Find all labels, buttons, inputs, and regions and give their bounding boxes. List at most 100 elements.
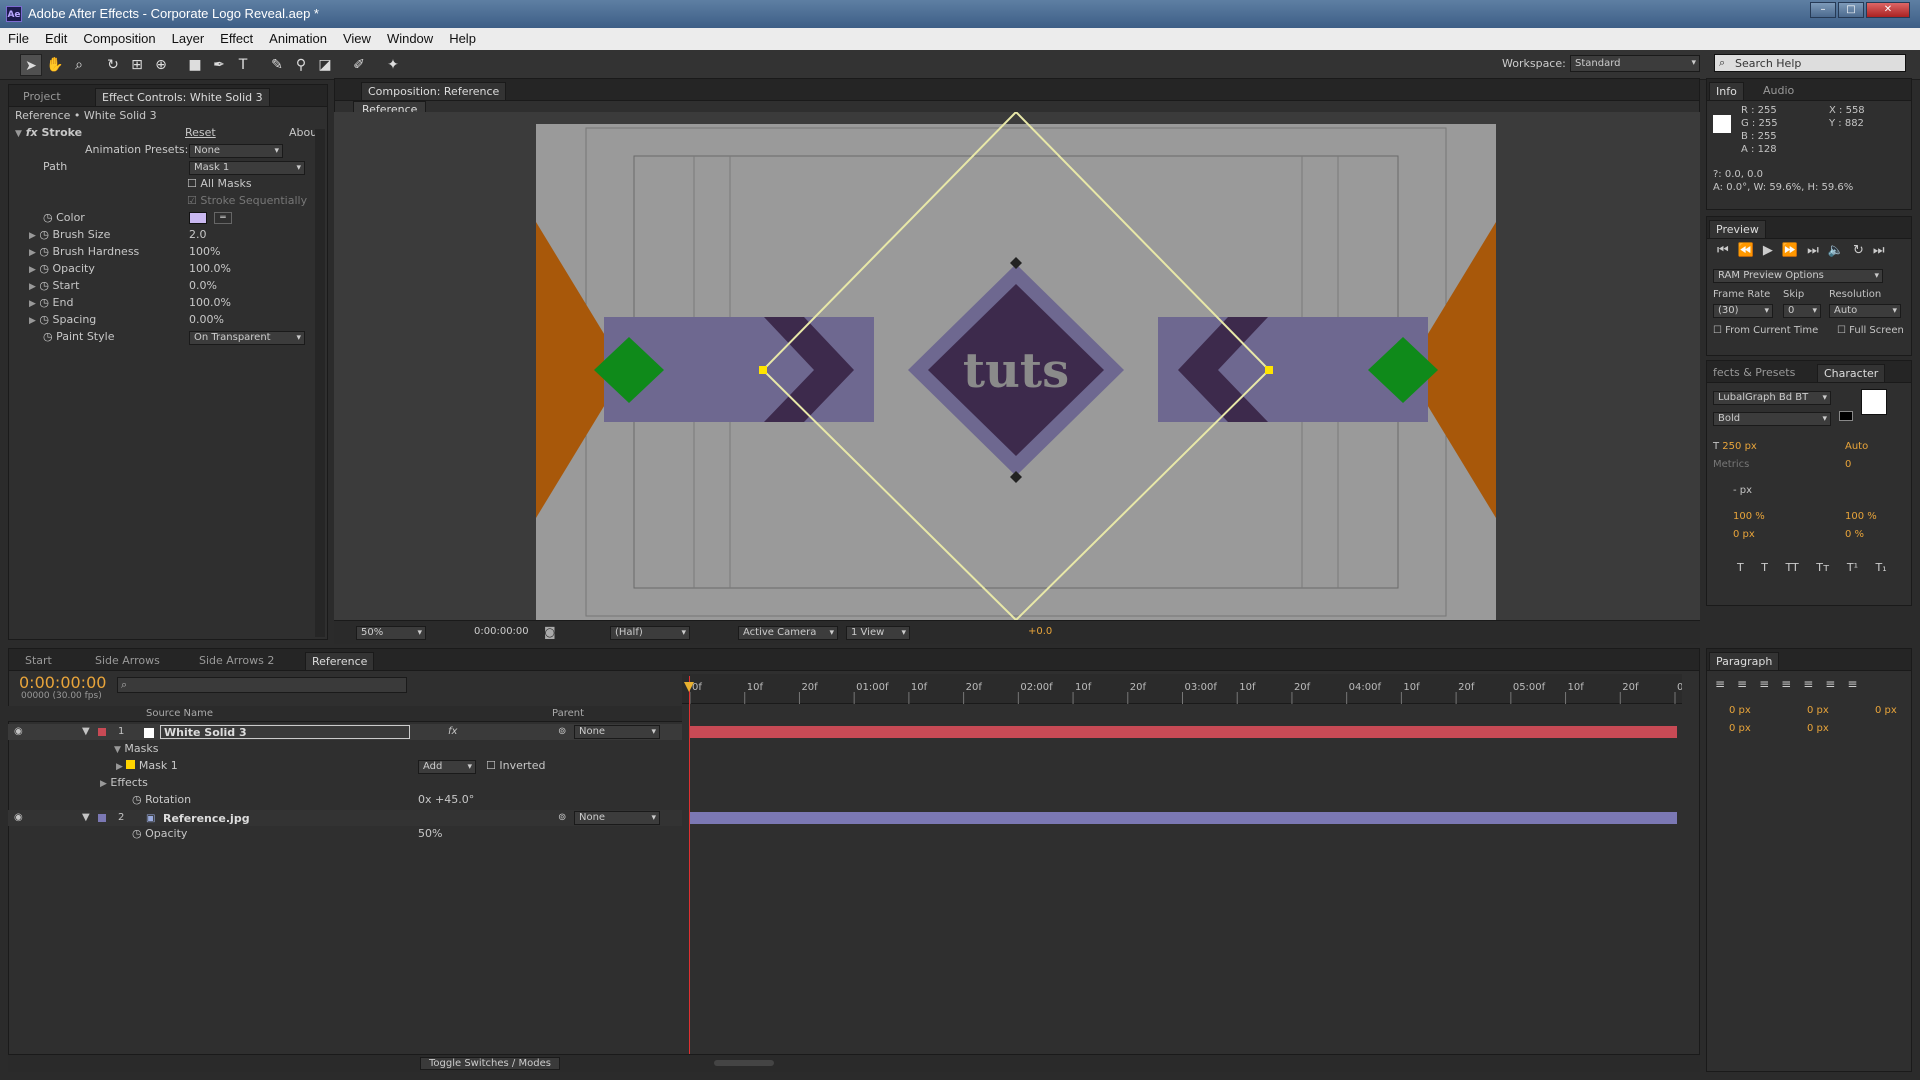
spacing-value[interactable]: 0.00%	[189, 313, 224, 330]
space-before-value[interactable]: 0 px	[1729, 723, 1751, 734]
tab-character[interactable]: Character	[1817, 364, 1886, 382]
stroke-sequentially-checkbox[interactable]: ☑ Stroke Sequentially	[187, 194, 307, 211]
from-current-time-checkbox[interactable]: ☐ From Current Time	[1713, 325, 1818, 336]
time-ruler[interactable]: 0f 10f 20f 01:00f 10f 20f 02:00f 10f 20f 03:00f 10…	[682, 674, 1699, 704]
tab-reference[interactable]: Reference	[305, 652, 375, 670]
tracking-value[interactable]: 0	[1845, 459, 1851, 470]
preview-transport-controls[interactable]: ⏮⏪▶⏩⏭🔈↻⏭	[1717, 243, 1894, 258]
minimize-button[interactable]: –	[1810, 2, 1836, 18]
fx-switch[interactable]: fx	[448, 726, 457, 737]
font-size-row[interactable]: T 250 px	[1713, 441, 1757, 452]
menu-edit[interactable]: Edit	[37, 28, 75, 49]
tab-paragraph[interactable]: Paragraph	[1709, 652, 1780, 670]
full-screen-checkbox[interactable]: ☐ Full Screen	[1837, 325, 1904, 336]
resolution-dropdown[interactable]: Auto	[1829, 304, 1901, 318]
layer-row-2[interactable]: ◉ ▼ 2 ▣ Reference.jpg ⊚ None	[8, 810, 682, 826]
about-link[interactable]: Abou	[289, 126, 317, 143]
start-value[interactable]: 0.0%	[189, 279, 217, 296]
tab-effects-presets[interactable]: fects & Presets	[1707, 364, 1801, 382]
indent-left-value[interactable]: 0 px	[1729, 705, 1751, 716]
black-swatch[interactable]	[1839, 411, 1853, 421]
current-time-display[interactable]: 0:00:00:00	[474, 626, 529, 637]
expand-triangle[interactable]: ▼	[82, 726, 90, 737]
expand-triangle[interactable]: ▼	[82, 812, 90, 823]
exposure-value[interactable]: +0.0	[1028, 626, 1052, 637]
menu-composition[interactable]: Composition	[75, 28, 163, 49]
opacity-value[interactable]: 100.0%	[189, 262, 231, 279]
hand-tool-icon[interactable]: ✋	[44, 54, 66, 76]
tab-side-arrows-2[interactable]: Side Arrows 2	[193, 652, 280, 670]
eraser-tool-icon[interactable]: ◪	[314, 54, 336, 76]
menu-effect[interactable]: Effect	[212, 28, 261, 49]
toggle-switches-modes-button[interactable]: Toggle Switches / Modes	[420, 1057, 560, 1070]
mask-1-row[interactable]: ▶ Mask 1	[116, 759, 178, 776]
font-family-dropdown[interactable]: LubalGraph Bd BT	[1713, 391, 1831, 405]
eyedropper-icon[interactable]: ═	[214, 212, 232, 224]
mask-vertex-handle[interactable]	[1265, 366, 1273, 374]
text-style-buttons[interactable]: T T TT Tт T¹ T₁	[1737, 561, 1887, 574]
zoom-tool-icon[interactable]: ⌕	[68, 54, 90, 76]
layer-row-1[interactable]: ◉ ▼ 1 White Solid 3 fx ⊚ None	[8, 724, 682, 740]
paint-style-dropdown[interactable]: On Transparent	[189, 331, 305, 345]
leading-value[interactable]: Auto	[1845, 441, 1868, 452]
parent-header[interactable]: Parent	[552, 708, 584, 719]
selection-tool-icon[interactable]: ➤	[20, 54, 42, 76]
effect-controls-scrollbar[interactable]	[315, 129, 325, 637]
inverted-checkbox[interactable]: ☐ Inverted	[486, 759, 545, 776]
eye-icon[interactable]: ◉	[14, 812, 23, 823]
tsume-value[interactable]: 0 %	[1845, 529, 1864, 540]
vertical-scale-value[interactable]: 100 %	[1733, 511, 1765, 522]
stroke-effect-header[interactable]: ▼ fx Stroke	[15, 126, 82, 143]
view-layout-dropdown[interactable]: 1 View	[846, 626, 910, 640]
paragraph-align-buttons[interactable]: ≡≡≡≡≡≡≡	[1715, 677, 1869, 691]
composition-viewer[interactable]: tuts	[334, 110, 1700, 622]
path-dropdown[interactable]: Mask 1	[189, 161, 305, 175]
workspace-dropdown[interactable]: Standard	[1570, 55, 1700, 72]
rotation-tool-icon[interactable]: ↻	[102, 54, 124, 76]
layer-2-parent-dropdown[interactable]: None	[574, 811, 660, 825]
puppet-pin-tool-icon[interactable]: ✦	[382, 54, 404, 76]
layer-1-parent-dropdown[interactable]: None	[574, 725, 660, 739]
first-line-indent-value[interactable]: 0 px	[1875, 705, 1897, 716]
timeline-timecode[interactable]: 0:00:00:00	[19, 673, 106, 692]
reset-link[interactable]: Reset	[185, 126, 216, 143]
color-swatch[interactable]	[189, 212, 207, 224]
space-after-value[interactable]: 0 px	[1807, 723, 1829, 734]
font-style-dropdown[interactable]: Bold	[1713, 412, 1831, 426]
fill-color-swatch[interactable]	[1861, 389, 1887, 415]
masks-group[interactable]: ▼ Masks	[114, 742, 159, 759]
stroke-width-value[interactable]: - px	[1733, 485, 1752, 496]
menu-file[interactable]: File	[0, 28, 37, 49]
kerning-value[interactable]: Metrics	[1713, 459, 1749, 470]
tab-effect-controls[interactable]: Effect Controls: White Solid 3	[95, 88, 270, 106]
layer-2-name[interactable]: Reference.jpg	[163, 812, 250, 825]
magnification-dropdown[interactable]: 50%	[356, 626, 426, 640]
layer-2-opacity-value[interactable]: 50%	[418, 827, 442, 844]
all-masks-checkbox[interactable]: ☐ All Masks	[187, 177, 252, 194]
eye-icon[interactable]: ◉	[14, 726, 23, 737]
camera-dropdown[interactable]: Active Camera	[738, 626, 838, 640]
label-color-icon[interactable]	[98, 728, 106, 736]
search-help-field[interactable]: ⌕ Search Help	[1714, 54, 1906, 72]
zoom-slider[interactable]	[714, 1060, 774, 1066]
brush-size-value[interactable]: 2.0	[189, 228, 207, 245]
tab-project[interactable]: Project	[17, 88, 67, 106]
menu-animation[interactable]: Animation	[261, 28, 335, 49]
clone-stamp-tool-icon[interactable]: ⚲	[290, 54, 312, 76]
layer-1-duration-bar[interactable]	[690, 726, 1677, 738]
animation-presets-dropdown[interactable]: None	[189, 144, 283, 158]
ram-preview-options-dropdown[interactable]: RAM Preview Options	[1713, 269, 1883, 283]
snapshot-icon[interactable]: ◙	[544, 625, 556, 639]
camera-tool-icon[interactable]: ⊞	[126, 54, 148, 76]
resolution-dropdown[interactable]: (Half)	[610, 626, 690, 640]
skip-dropdown[interactable]: 0	[1783, 304, 1821, 318]
horizontal-scale-value[interactable]: 100 %	[1845, 511, 1877, 522]
end-value[interactable]: 100.0%	[189, 296, 231, 313]
tab-start[interactable]: Start	[19, 652, 58, 670]
pan-behind-tool-icon[interactable]: ⊕	[150, 54, 172, 76]
frame-rate-dropdown[interactable]: (30)	[1713, 304, 1773, 318]
rectangle-tool-icon[interactable]: ■	[184, 54, 206, 76]
tab-preview[interactable]: Preview	[1709, 220, 1766, 238]
indent-right-value[interactable]: 0 px	[1807, 705, 1829, 716]
menu-layer[interactable]: Layer	[164, 28, 213, 49]
